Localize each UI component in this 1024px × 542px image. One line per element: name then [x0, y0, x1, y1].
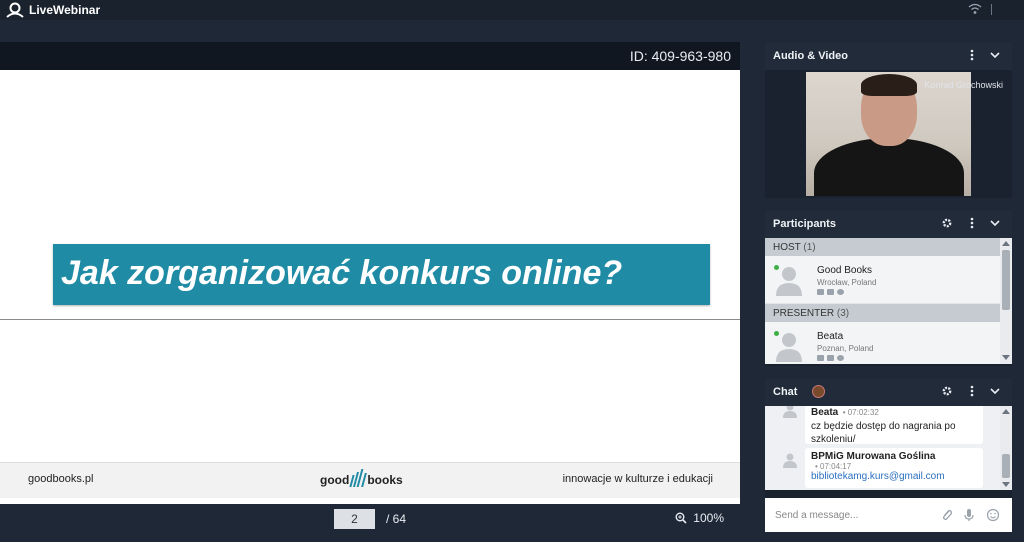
chat-message-input[interactable]: [775, 506, 935, 524]
more-vertical-icon[interactable]: [965, 216, 979, 230]
microphone-icon[interactable]: [962, 508, 976, 522]
scroll-up-icon[interactable]: [1002, 241, 1010, 246]
slide-divider: [0, 319, 740, 320]
zoom-control[interactable]: 100%: [675, 511, 724, 525]
presenter-name: Konrad Grochowski: [924, 80, 1003, 90]
message-time: • 07:02:32: [842, 408, 879, 417]
top-bar: LiveWebinar: [0, 0, 1024, 20]
video-person-body: [814, 138, 964, 196]
scroll-thumb[interactable]: [1002, 454, 1010, 478]
presenter-video[interactable]: [806, 72, 971, 196]
livewebinar-logo-icon: [6, 2, 24, 18]
footer-tagline: innowacje w kulturze i edukacji: [562, 473, 713, 485]
scroll-down-icon[interactable]: [1002, 355, 1010, 360]
online-status-dot: [774, 331, 779, 336]
user-avatar-icon: [776, 333, 802, 362]
gear-icon[interactable]: [940, 216, 954, 230]
participant-row[interactable]: Good Books Wrocław, Poland: [765, 256, 1000, 304]
toolbar-divider: [991, 4, 992, 15]
zoom-level: 100%: [693, 511, 724, 525]
app-logo: LiveWebinar: [6, 2, 100, 18]
logo-text-books: books: [367, 473, 403, 487]
participant-location: Wrocław, Poland: [817, 278, 877, 287]
panel-header: Audio & Video: [765, 42, 1012, 70]
slide-footer: goodbooks.pl good books innowacje w kult…: [0, 462, 740, 498]
slide-title-banner: Jak zorganizować konkurs online?: [53, 244, 710, 305]
page-total: / 64: [386, 512, 407, 526]
group-header-host[interactable]: HOST (1): [765, 238, 1000, 256]
panel-title: Chat: [773, 386, 798, 398]
message-link[interactable]: bibliotekamg.kurs@gmail.com: [811, 471, 977, 482]
slide-title: Jak zorganizować konkurs online?: [61, 254, 623, 292]
group-header-presenter[interactable]: PRESENTER (3): [765, 304, 1000, 322]
logo-bars-icon: [349, 469, 368, 487]
scroll-thumb[interactable]: [1002, 250, 1010, 310]
group-label: HOST: [773, 242, 801, 253]
participants-panel: Participants HOST (1) Good Books Wrocław…: [765, 210, 1012, 366]
chevron-down-icon[interactable]: [988, 384, 1002, 398]
page-number-input[interactable]: [334, 509, 375, 529]
chat-panel: Chat Beata • 07:02:32 cz będzie dostęp d…: [765, 378, 1012, 532]
gear-icon[interactable]: [940, 384, 954, 398]
footer-website: goodbooks.pl: [28, 473, 94, 485]
message-author: BPMiG Murowana Goślina: [811, 451, 936, 462]
participants-scrollbar[interactable]: [1000, 238, 1012, 364]
emoji-icon[interactable]: [986, 508, 1000, 522]
more-vertical-icon[interactable]: [965, 384, 979, 398]
scroll-down-icon[interactable]: [1002, 482, 1010, 487]
zoom-icon: [675, 512, 687, 524]
scroll-up-icon[interactable]: [1002, 409, 1010, 414]
chat-scrollbar[interactable]: [1000, 406, 1012, 490]
online-status-dot: [774, 265, 779, 270]
slide: Jak zorganizować konkurs online? goodboo…: [0, 70, 740, 504]
participant-list: HOST (1) Good Books Wrocław, Poland PRES…: [765, 238, 1000, 364]
participant-location: Poznan, Poland: [817, 344, 874, 353]
presentation-stage: ID: 409-963-980 Jak zorganizować konkurs…: [0, 42, 740, 504]
wifi-icon: [968, 3, 982, 14]
device-icons: [817, 289, 844, 295]
webinar-id-bar: ID: 409-963-980: [0, 42, 740, 70]
message-author: Beata: [811, 407, 839, 418]
group-label: PRESENTER: [773, 308, 835, 319]
message-text: cz będzie dostęp do nagrania po szkoleni…: [811, 421, 956, 445]
panel-title: Audio & Video: [773, 50, 848, 62]
chevron-down-icon[interactable]: [988, 216, 1002, 230]
chat-message: Beata • 07:02:32 cz będzie dostęp do nag…: [805, 406, 983, 445]
panel-title: Participants: [773, 218, 836, 230]
message-time: • 07:04:17: [815, 462, 852, 471]
chat-messages: Beata • 07:02:32 cz będzie dostęp do nag…: [765, 406, 1000, 490]
panel-header: Chat: [765, 378, 1012, 406]
page-navigation: / 64 100%: [0, 504, 740, 532]
webinar-id: ID: 409-963-980: [629, 48, 731, 64]
audio-video-panel: Audio & Video Konrad Grochowski: [765, 42, 1012, 198]
panel-header: Participants: [765, 210, 1012, 238]
logo-text-good: good: [320, 473, 350, 487]
participant-row[interactable]: Beata Poznan, Poland: [765, 322, 1000, 364]
app-name: LiveWebinar: [29, 3, 101, 17]
attachment-icon[interactable]: [940, 508, 954, 522]
participant-name: Beata: [817, 331, 844, 342]
chat-input-bar: [765, 498, 1012, 532]
chevron-down-icon[interactable]: [988, 48, 1002, 62]
participant-name: Good Books: [817, 265, 873, 276]
chat-user-avatar: [812, 385, 825, 398]
device-icons: [817, 355, 844, 361]
user-avatar-icon: [783, 453, 797, 468]
video-person-hair: [861, 74, 917, 96]
goodbooks-logo: good books: [320, 469, 403, 487]
user-avatar-icon: [776, 267, 802, 296]
more-vertical-icon[interactable]: [965, 48, 979, 62]
chat-message: BPMiG Murowana Goślina • 07:04:17 biblio…: [805, 448, 983, 488]
group-count: (3): [836, 308, 850, 319]
group-count: (1): [803, 242, 816, 253]
user-avatar-icon: [783, 406, 797, 418]
